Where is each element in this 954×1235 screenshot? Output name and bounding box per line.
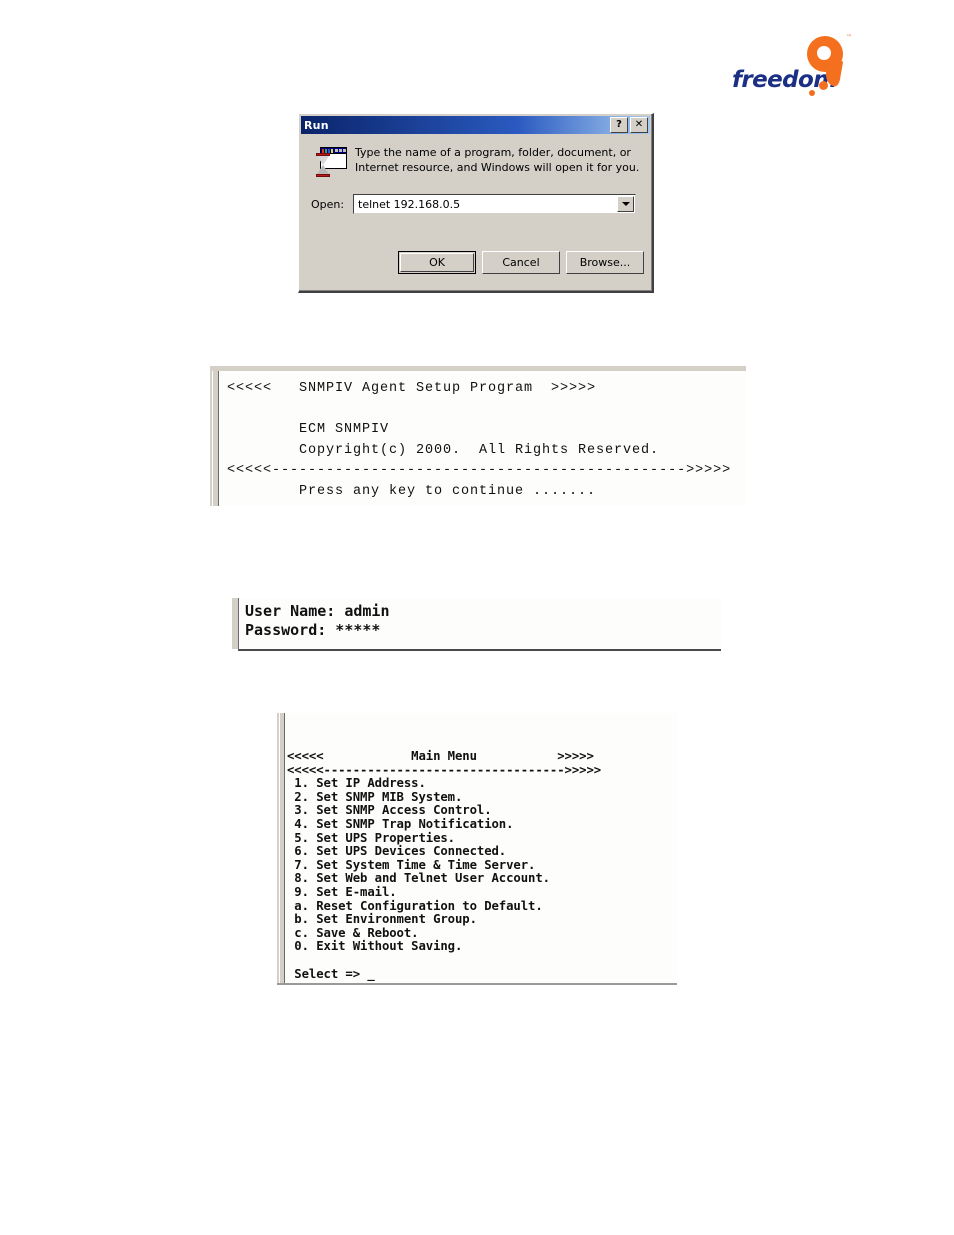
- ok-button-label: OK: [400, 253, 474, 272]
- scrollbar[interactable]: [277, 713, 285, 983]
- help-icon[interactable]: ?: [610, 117, 628, 133]
- icon-hourglass: [315, 153, 331, 177]
- open-field-label: Open:: [311, 198, 345, 211]
- browse-button[interactable]: Browse...: [566, 251, 644, 274]
- telnet-main-menu-window[interactable]: <<<<< Main Menu >>>>> <<<<<-------------…: [277, 713, 677, 985]
- telnet-banner-window[interactable]: <<<<< SNMPIV Agent Setup Program >>>>> E…: [210, 366, 746, 506]
- logo-nine-glyph: ™: [805, 34, 853, 100]
- open-input[interactable]: telnet 192.168.0.5: [358, 198, 617, 211]
- telnet-login-window[interactable]: User Name: admin Password: *****: [232, 598, 721, 651]
- scrollbar[interactable]: [210, 371, 219, 506]
- run-dialog-titlebar[interactable]: Run ? ✕: [301, 116, 650, 134]
- freedom9-logo: freedom ™: [730, 34, 853, 100]
- logo-nine-hole: [817, 46, 831, 60]
- ok-button[interactable]: OK: [398, 251, 476, 274]
- hourglass-upper-bulb: [317, 156, 329, 165]
- logo-dot-large: [819, 81, 828, 90]
- hourglass-lower-bulb: [317, 165, 329, 174]
- chevron-down-icon[interactable]: [617, 196, 634, 212]
- scrollbar[interactable]: [232, 598, 238, 649]
- icon-window-menu-colors: [322, 148, 334, 153]
- telnet-login-text: User Name: admin Password: *****: [245, 602, 390, 639]
- close-icon[interactable]: ✕: [630, 117, 648, 133]
- hourglass-bottom-cap: [316, 174, 330, 177]
- telnet-main-menu-text: <<<<< Main Menu >>>>> <<<<<-------------…: [287, 749, 602, 981]
- run-dialog-title: Run: [304, 118, 329, 132]
- run-dialog-window[interactable]: Run ? ✕ Type the name of a program, fold…: [298, 113, 654, 293]
- icon-window-buttons: [334, 149, 346, 152]
- telnet-banner-text: <<<<< SNMPIV Agent Setup Program >>>>> E…: [227, 381, 732, 499]
- open-combobox[interactable]: telnet 192.168.0.5: [353, 194, 636, 214]
- run-dialog-description: Type the name of a program, folder, docu…: [355, 146, 640, 174]
- logo-dot-small: [809, 90, 815, 96]
- run-hourglass-window-icon: [314, 145, 348, 179]
- logo-trademark: ™: [846, 34, 852, 41]
- cancel-button[interactable]: Cancel: [482, 251, 560, 274]
